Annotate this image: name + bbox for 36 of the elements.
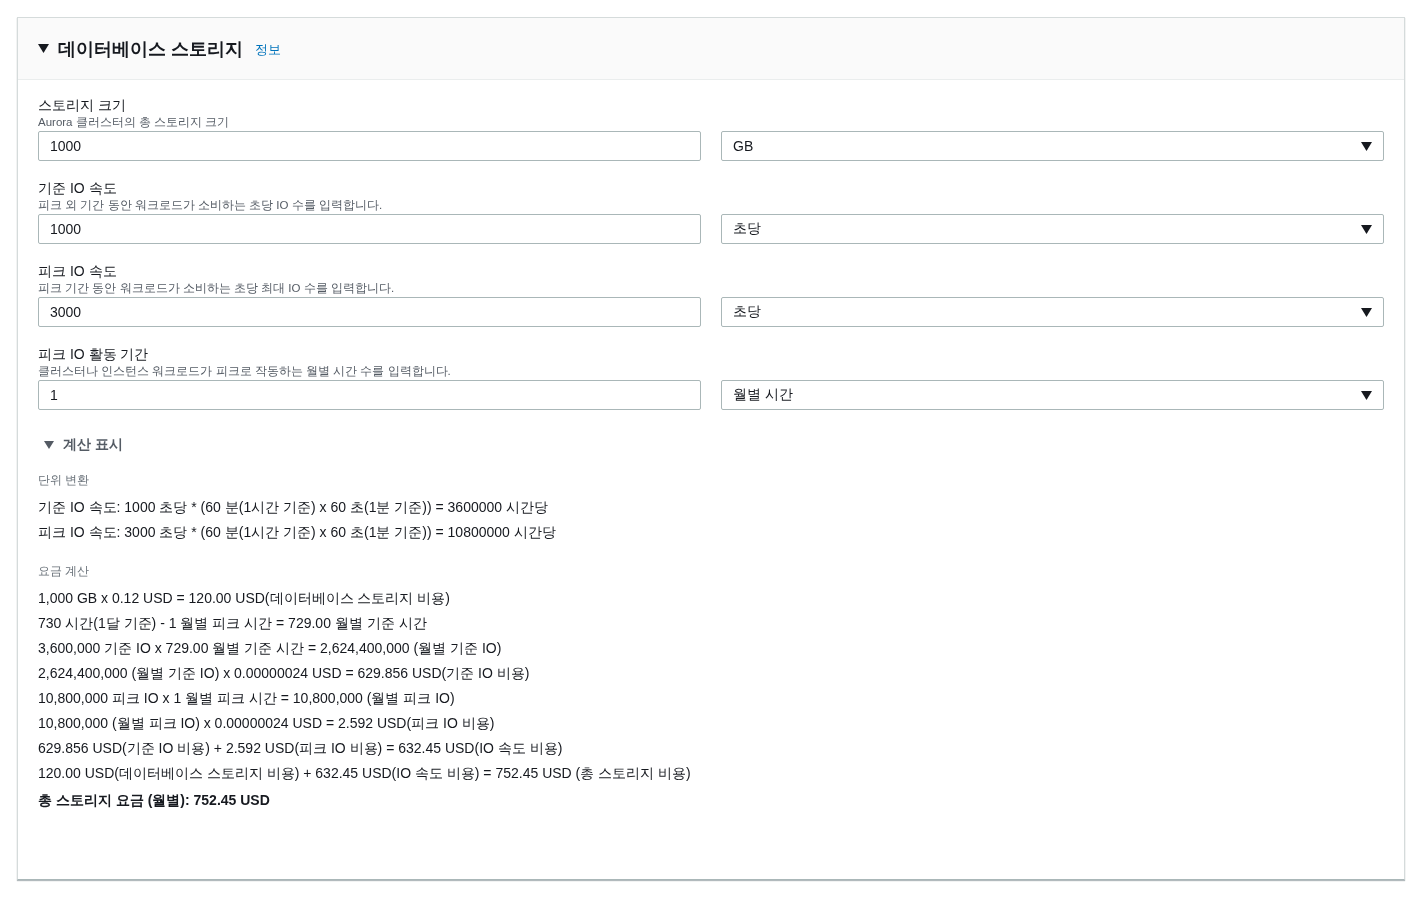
total-cost: 총 스토리지 요금 (월별): 752.45 USD [38, 792, 271, 810]
calculation-line: 기준 IO 속도: 1000 초당 * (60 분(1시간 기준) x 60 초(1분 기준)) = 3600000 시간당 [38, 498, 549, 517]
input-field[interactable]: 1 [38, 380, 701, 410]
calculation-line: 1,000 GB x 0.12 USD = 120.00 USD(데이터베이스 스토리지 비용) [38, 589, 451, 608]
field-description: Aurora 클러스터의 총 스토리지 크기 [38, 115, 231, 130]
field-label: 기준 IO 속도 [38, 179, 118, 197]
field-description: 피크 외 기간 동안 워크로드가 소비하는 초당 IO 수를 입력합니다. [38, 198, 384, 213]
caret-icon [1361, 141, 1372, 151]
input-field[interactable]: 1000 [38, 214, 701, 244]
calculation-line: 10,800,000 (월별 피크 IO) x 0.00000024 USD = 2.592 USD(피크 IO 비용) [38, 714, 496, 733]
unit-dropdown[interactable]: GB [721, 131, 1384, 161]
field-label: 피크 IO 속도 [38, 262, 118, 280]
calculation-toggle[interactable]: 계산 표시 [63, 436, 123, 454]
caret-icon [1361, 224, 1372, 234]
section-title[interactable]: 데이터베이스 스토리지 [58, 36, 243, 61]
field-description: 피크 기간 동안 워크로드가 소비하는 초당 최대 IO 수를 입력합니다. [38, 281, 396, 296]
field-label: 피크 IO 활동 기간 [38, 345, 150, 363]
input-field[interactable]: 1000 [38, 131, 701, 161]
calculation-line: 629.856 USD(기준 IO 비용) + 2.592 USD(피크 IO 비용) = 632.45 USD(IO 속도 비용) [38, 739, 564, 758]
caret-icon [1361, 390, 1372, 400]
group-heading: 단위 변환 [38, 472, 91, 489]
unit-dropdown[interactable]: 월별 시간 [721, 380, 1384, 410]
group-heading: 요금 계산 [38, 563, 91, 580]
input-field[interactable]: 3000 [38, 297, 701, 327]
info-link[interactable]: 정보 [255, 41, 281, 59]
calculation-line: 2,624,400,000 (월별 기준 IO) x 0.00000024 USD = 629.856 USD(기준 IO 비용) [38, 664, 531, 683]
calculation-line: 10,800,000 피크 IO x 1 월별 피크 시간 = 10,800,000 (월별 피크 IO) [38, 689, 456, 708]
calculation-line: 120.00 USD(데이터베이스 스토리지 비용) + 632.45 USD(IO 속도 비용) = 752.45 USD (총 스토리지 비용) [38, 764, 692, 783]
field-description: 클러스터나 인스턴스 워크로드가 피크로 작동하는 월별 시간 수를 입력합니다. [38, 364, 452, 379]
unit-dropdown[interactable]: 초당 [721, 214, 1384, 244]
field-label: 스토리지 크기 [38, 96, 127, 114]
calculation-line: 피크 IO 속도: 3000 초당 * (60 분(1시간 기준) x 60 초(1분 기준)) = 10800000 시간당 [38, 523, 557, 542]
unit-dropdown[interactable]: 초당 [721, 297, 1384, 327]
calculation-line: 730 시간(1달 기준) - 1 월별 피크 시간 = 729.00 월별 기준 시간 [38, 614, 428, 633]
caret-icon [1361, 307, 1372, 317]
calculation-line: 3,600,000 기준 IO x 729.00 월별 기준 시간 = 2,624,400,000 (월별 기준 IO) [38, 639, 503, 658]
